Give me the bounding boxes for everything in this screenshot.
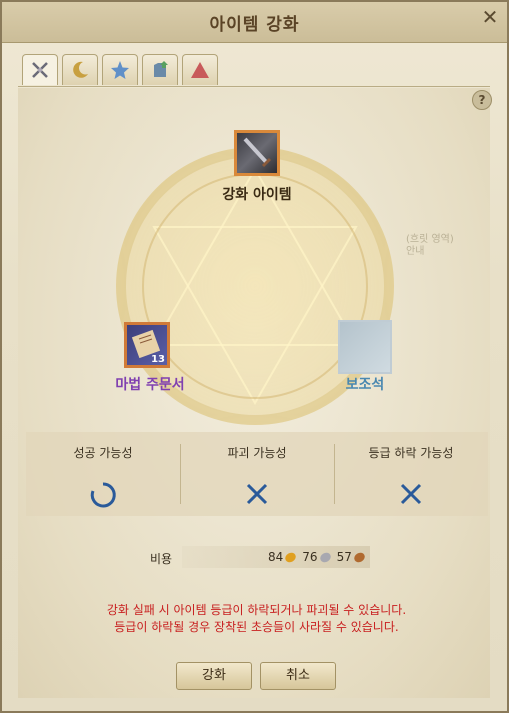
downgrade-probability-label: 등급 하락 가능성 [368,446,454,460]
cancel-button[interactable]: 취소 [260,662,336,690]
main-item-label: 강화 아이템 [222,187,292,203]
probability-panel: 성공 가능성 파괴 가능성 등급 하락 가능성 [26,432,488,516]
tab-moon[interactable] [62,54,98,85]
tab-star[interactable] [102,54,138,85]
tab-bar [22,54,218,88]
gold-coin-icon [283,550,298,564]
help-icon[interactable]: ? [472,90,492,110]
silver-coin-icon [318,550,333,564]
close-icon[interactable]: ✕ [479,6,501,28]
destroy-probability: 파괴 가능성 [180,432,334,516]
warning-line-1: 강화 실패 시 아이템 등급이 하락되거나 파괴될 수 있습니다. [106,603,407,617]
tab-enhance[interactable] [22,54,58,85]
enhance-window: 아이템 강화 ✕ ? (흐릿 영역) 안내 강화 아이템 13 마법 주문서 보… [0,0,509,713]
sword-icon [243,137,272,168]
cost-label: 비용 [150,552,173,566]
window-title: 아이템 강화 [209,15,300,35]
success-probability-label: 성공 가능성 [73,446,133,460]
scroll-slot[interactable]: 13 [124,322,170,368]
x-mark-icon [246,483,268,505]
scroll-count: 13 [151,354,165,365]
copper-amount: 57 [336,550,352,564]
gold-amount: 84 [268,550,284,564]
triangle-gem-icon [191,62,209,78]
x-mark-icon [400,483,422,505]
downgrade-probability: 등급 하락 가능성 [334,432,488,516]
main-item-slot[interactable] [234,130,280,176]
success-probability: 성공 가능성 [26,432,180,516]
tab-gem[interactable] [182,54,218,85]
warning-line-2: 등급이 하락될 경우 장착된 초승들이 사라질 수 있습니다. [114,620,399,634]
copper-coin-icon [352,550,367,564]
crossed-swords-icon [32,62,48,78]
faded-hint: (흐릿 영역) 안내 [406,234,454,257]
auxiliary-slot[interactable] [338,320,392,374]
title-bar[interactable]: 아이템 강화 ✕ [2,2,507,43]
silver-amount: 76 [302,550,318,564]
tab-divider [18,86,490,87]
warning-message: 강화 실패 시 아이템 등급이 하락되거나 파괴될 수 있습니다. 등급이 하락… [42,602,471,636]
auxiliary-label: 보조석 [345,377,385,393]
armor-upgrade-icon [154,61,168,77]
cost-values: 84 76 57 [268,550,369,564]
destroy-probability-label: 파괴 가능성 [227,446,287,460]
tab-armor[interactable] [142,54,178,85]
spinner-ring-icon [90,482,116,508]
star-badge-icon [111,61,129,79]
enhance-button[interactable]: 강화 [176,662,252,690]
scroll-label: 마법 주문서 [115,377,185,393]
crescent-moon-icon [73,61,88,78]
